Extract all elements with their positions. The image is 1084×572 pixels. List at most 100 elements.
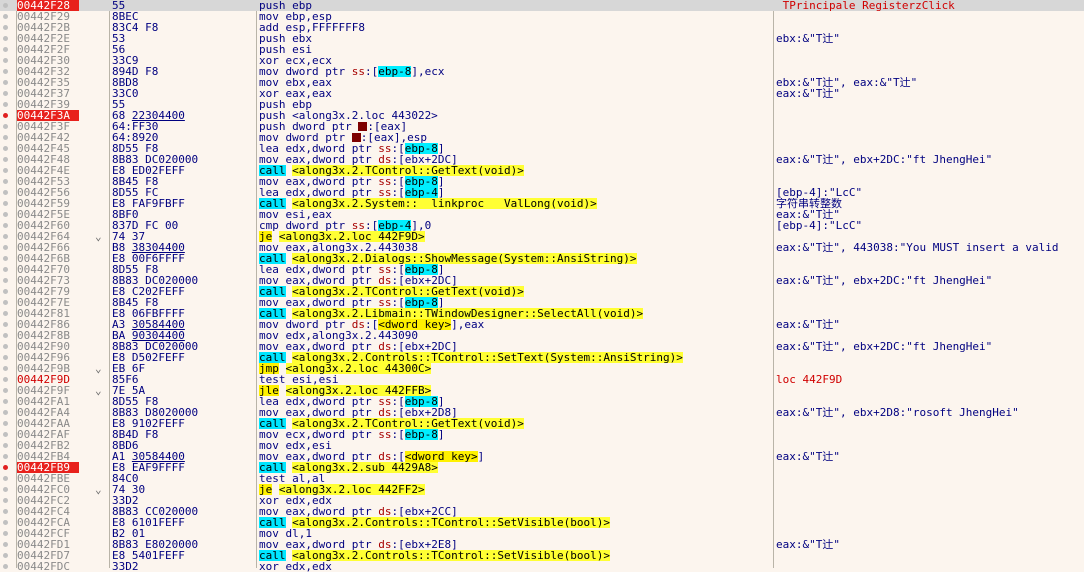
bytes-cell[interactable]: 8B83 DC020000 [112,154,256,165]
breakpoint-gutter[interactable] [0,407,16,418]
address-cell[interactable]: 00442F66 [17,242,79,253]
address-cell[interactable]: 00442F56 [17,187,79,198]
address-cell[interactable]: 00442F6B [17,253,79,264]
bytes-cell[interactable]: 837D FC 00 [112,220,256,231]
comment-cell[interactable] [776,462,1084,473]
comment-cell[interactable]: ebx:&"T辻", eax:&"T辻" [776,77,1084,88]
comment-cell[interactable]: eax:&"T辻" [776,209,1084,220]
address-cell[interactable]: 00442FAF [17,429,79,440]
instruction-cell[interactable]: push dword ptr :[eax] [259,121,772,132]
address-cell[interactable]: 00442F3A [17,110,79,121]
instruction-cell[interactable]: mov eax,dword ptr ss:[ebp-8] [259,176,772,187]
disasm-row[interactable]: 00442F48 8B83 DC020000 mov eax,dword ptr d… [0,154,1084,165]
bytes-cell[interactable]: BA 90304400 [112,330,256,341]
disasm-row[interactable]: 00442FB9 E8 EAF9FFFF call <along3x.2.sub_4… [0,462,1084,473]
instruction-cell[interactable]: je <along3x.2.loc_442FF2> [259,484,772,495]
bytes-cell[interactable]: EB 6F [112,363,256,374]
bytes-cell[interactable]: 84C0 [112,473,256,484]
address-cell[interactable]: 00442F64 [17,231,79,242]
comment-cell[interactable] [776,11,1084,22]
instruction-cell[interactable]: mov ebp,esp [259,11,772,22]
instruction-cell[interactable]: lea edx,dword ptr ss:[ebp-8] [259,396,772,407]
instruction-cell[interactable]: xor ecx,ecx [259,55,772,66]
comment-cell[interactable] [776,165,1084,176]
disasm-row[interactable]: 00442F59 E8 FAF9FBFF call <along3x.2.Syste… [0,198,1084,209]
disasm-row[interactable]: 00442F5E 8BF0 mov esi,eax eax:&"T辻" [0,209,1084,220]
address-cell[interactable]: 00442F90 [17,341,79,352]
comment-cell[interactable] [776,99,1084,110]
bytes-cell[interactable]: 8D55 FC [112,187,256,198]
comment-cell[interactable] [776,55,1084,66]
disasm-row[interactable]: 00442FB4 A1 30584400 mov eax,dword ptr ds:… [0,451,1084,462]
disasm-row[interactable]: 00442F90 8B83 DC020000 mov eax,dword ptr d… [0,341,1084,352]
address-cell[interactable]: 00442F9D [17,374,79,385]
breakpoint-gutter[interactable] [0,286,16,297]
comment-cell[interactable] [776,429,1084,440]
instruction-cell[interactable]: mov eax,dword ptr ds:[ebx+2DC] [259,275,772,286]
address-cell[interactable]: 00442F48 [17,154,79,165]
bytes-cell[interactable]: 85F6 [112,374,256,385]
disasm-row[interactable]: 00442F79 E8 C202FEFF call <along3x.2.TCont… [0,286,1084,297]
disasm-row[interactable]: 00442FDC 33D2 xor edx,edx [0,561,1084,572]
comment-cell[interactable]: eax:&"T辻", ebx+2DC:"ft JhengHei" [776,275,1084,286]
bytes-cell[interactable]: 33D2 [112,495,256,506]
instruction-cell[interactable]: mov eax,dword ptr ds:[ebx+2DC] [259,341,772,352]
comment-cell[interactable] [776,550,1084,561]
bytes-cell[interactable]: 8B4D F8 [112,429,256,440]
disasm-row[interactable]: 00442FCF B2 01 mov dl,1 [0,528,1084,539]
breakpoint-gutter[interactable] [0,176,16,187]
comment-cell[interactable] [776,121,1084,132]
breakpoint-gutter[interactable] [0,99,16,110]
bytes-cell[interactable]: 64:8920 [112,132,256,143]
comment-cell[interactable]: _TPrincipale_RegisterzClick [776,0,1084,11]
bytes-cell[interactable]: 68 22304400 [112,110,256,121]
comment-cell[interactable] [776,110,1084,121]
address-cell[interactable]: 00442F4E [17,165,79,176]
bytes-cell[interactable]: 55 [112,0,256,11]
comment-cell[interactable] [776,495,1084,506]
bytes-cell[interactable]: E8 6101FEFF [112,517,256,528]
bytes-cell[interactable]: E8 D502FEFF [112,352,256,363]
bytes-cell[interactable]: E8 06FBFFFF [112,308,256,319]
disasm-row[interactable]: 00442F7E 8B45 F8 mov eax,dword ptr ss:[ebp… [0,297,1084,308]
address-cell[interactable]: 00442F2F [17,44,79,55]
disasm-row[interactable]: 00442F81 E8 06FBFFFF call <along3x.2.Libma… [0,308,1084,319]
instruction-cell[interactable]: call <along3x.2.sub_4429A8> [259,462,772,473]
comment-cell[interactable] [776,297,1084,308]
address-cell[interactable]: 00442FC2 [17,495,79,506]
instruction-cell[interactable]: xor eax,eax [259,88,772,99]
bytes-cell[interactable]: 8B45 F8 [112,297,256,308]
disasm-row[interactable]: 00442FAF 8B4D F8 mov ecx,dword ptr ss:[ebp… [0,429,1084,440]
disasm-row[interactable]: 00442F73 8B83 DC020000 mov eax,dword ptr d… [0,275,1084,286]
address-cell[interactable]: 00442F7E [17,297,79,308]
breakpoint-gutter[interactable] [0,209,16,220]
disasm-row[interactable]: 00442F37 33C0 xor eax,eax eax:&"T辻" [0,88,1084,99]
comment-cell[interactable] [776,517,1084,528]
bytes-cell[interactable]: 8B45 F8 [112,176,256,187]
address-cell[interactable]: 00442F9B [17,363,79,374]
address-cell[interactable]: 00442F35 [17,77,79,88]
breakpoint-gutter[interactable] [0,319,16,330]
breakpoint-gutter[interactable] [0,550,16,561]
instruction-cell[interactable]: call <along3x.2.Controls::TControl::SetV… [259,550,772,561]
instruction-cell[interactable]: xor edx,edx [259,495,772,506]
instruction-cell[interactable]: test esi,esi [259,374,772,385]
breakpoint-gutter[interactable] [0,352,16,363]
address-cell[interactable]: 00442F3F [17,121,79,132]
breakpoint-gutter[interactable] [0,517,16,528]
comment-cell[interactable] [776,286,1084,297]
address-cell[interactable]: 00442FC0 [17,484,79,495]
bytes-cell[interactable]: 74 37 [112,231,256,242]
disasm-row[interactable]: 00442F4E E8 ED02FEFF call <along3x.2.TCont… [0,165,1084,176]
breakpoint-gutter[interactable] [0,11,16,22]
instruction-cell[interactable]: push ebp [259,0,772,11]
disasm-row[interactable]: 00442FA1 8D55 F8 lea edx,dword ptr ss:[ebp… [0,396,1084,407]
address-cell[interactable]: 00442F79 [17,286,79,297]
breakpoint-gutter[interactable] [0,539,16,550]
breakpoint-gutter[interactable] [0,22,16,33]
address-cell[interactable]: 00442FA1 [17,396,79,407]
comment-cell[interactable]: eax:&"T辻", ebx+2DC:"ft JhengHei" [776,341,1084,352]
breakpoint-gutter[interactable] [0,561,16,572]
breakpoint-gutter[interactable] [0,44,16,55]
instruction-cell[interactable]: mov eax,dword ptr ds:[ebx+2CC] [259,506,772,517]
